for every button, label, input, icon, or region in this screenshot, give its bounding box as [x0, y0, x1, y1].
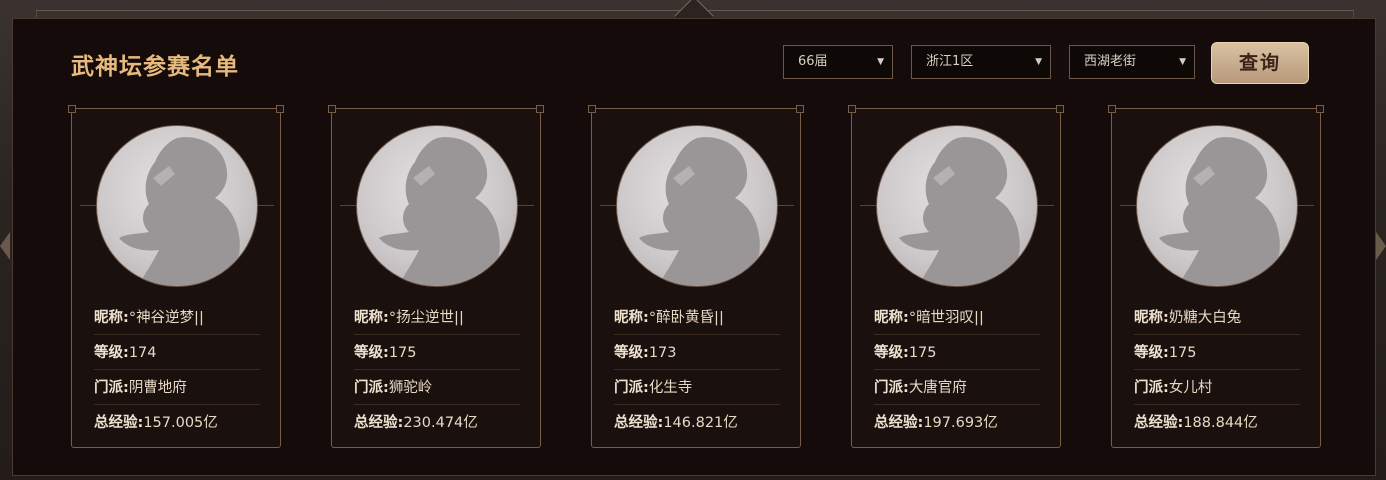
- exp-value: 197.693亿: [923, 415, 998, 431]
- triangle-down-icon: ▼: [1035, 57, 1042, 67]
- nickname-value: °暗世羽叹||: [908, 310, 984, 326]
- player-card[interactable]: 昵称:°暗世羽叹|| 等级:175 门派:大唐官府 总经验:197.693亿: [848, 105, 1064, 448]
- exp-label: 总经验:: [94, 415, 144, 431]
- server-select[interactable]: 西湖老街 ▼: [1069, 45, 1195, 79]
- silhouette-placeholder-icon: [1159, 137, 1280, 286]
- level-row: 等级:173: [614, 336, 780, 370]
- level-label: 等级:: [874, 345, 909, 361]
- nickname-label: 昵称:: [614, 310, 649, 326]
- server-select-value: 西湖老街: [1084, 54, 1137, 69]
- school-value: 大唐官府: [908, 380, 967, 396]
- exp-label: 总经验:: [614, 415, 664, 431]
- nickname-label: 昵称:: [354, 310, 389, 326]
- nickname-label: 昵称:: [874, 310, 909, 326]
- exp-row: 总经验:230.474亿: [354, 406, 520, 440]
- right-arrow-icon[interactable]: [1376, 232, 1386, 260]
- page-title: 武神坛参赛名单: [71, 54, 239, 80]
- triangle-down-icon: ▼: [877, 57, 884, 67]
- level-row: 等级:174: [94, 336, 260, 370]
- player-card[interactable]: 昵称:°扬尘逆世|| 等级:175 门派:狮驼岭 总经验:230.474亿: [328, 105, 544, 448]
- nickname-row: 昵称:奶糖大白兔: [1134, 301, 1300, 335]
- level-label: 等级:: [614, 345, 649, 361]
- level-label: 等级:: [94, 345, 129, 361]
- player-card[interactable]: 昵称:°神谷逆梦|| 等级:174 门派:阴曹地府 总经验:157.005亿: [68, 105, 284, 448]
- avatar: [876, 125, 1038, 287]
- avatar: [96, 125, 258, 287]
- level-row: 等级:175: [874, 336, 1040, 370]
- exp-label: 总经验:: [1134, 415, 1184, 431]
- level-value: 175: [908, 345, 937, 361]
- school-label: 门派:: [94, 380, 129, 396]
- nickname-row: 昵称:°醉卧黄昏||: [614, 301, 780, 335]
- school-label: 门派:: [614, 380, 649, 396]
- level-row: 等级:175: [354, 336, 520, 370]
- nickname-label: 昵称:: [94, 310, 129, 326]
- nickname-row: 昵称:°暗世羽叹||: [874, 301, 1040, 335]
- avatar: [1136, 125, 1298, 287]
- participants-panel: 武神坛参赛名单 66届 ▼ 浙江1区 ▼ 西湖老街 ▼ 查询 昵称:°神谷逆梦|…: [12, 18, 1376, 476]
- silhouette-placeholder-icon: [639, 137, 760, 286]
- school-value: 阴曹地府: [128, 380, 187, 396]
- level-label: 等级:: [1134, 345, 1169, 361]
- avatar: [356, 125, 518, 287]
- school-label: 门派:: [354, 380, 389, 396]
- silhouette-placeholder-icon: [899, 137, 1020, 286]
- exp-value: 188.844亿: [1183, 415, 1258, 431]
- session-select-value: 66届: [798, 54, 828, 69]
- school-row: 门派:狮驼岭: [354, 371, 520, 405]
- school-value: 狮驼岭: [388, 380, 433, 396]
- nickname-row: 昵称:°神谷逆梦||: [94, 301, 260, 335]
- school-value: 化生寺: [648, 380, 693, 396]
- player-card[interactable]: 昵称:奶糖大白兔 等级:175 门派:女儿村 总经验:188.844亿: [1108, 105, 1324, 448]
- exp-row: 总经验:157.005亿: [94, 406, 260, 440]
- session-select[interactable]: 66届 ▼: [783, 45, 893, 79]
- level-value: 175: [1168, 345, 1197, 361]
- school-value: 女儿村: [1168, 380, 1213, 396]
- nickname-row: 昵称:°扬尘逆世||: [354, 301, 520, 335]
- exp-row: 总经验:188.844亿: [1134, 406, 1300, 440]
- level-value: 175: [388, 345, 417, 361]
- nickname-value: 奶糖大白兔: [1168, 310, 1242, 326]
- nickname-value: °醉卧黄昏||: [648, 310, 724, 326]
- level-value: 174: [128, 345, 157, 361]
- exp-row: 总经验:146.821亿: [614, 406, 780, 440]
- exp-value: 230.474亿: [403, 415, 478, 431]
- school-row: 门派:大唐官府: [874, 371, 1040, 405]
- silhouette-placeholder-icon: [119, 137, 240, 286]
- school-row: 门派:化生寺: [614, 371, 780, 405]
- exp-label: 总经验:: [354, 415, 404, 431]
- school-row: 门派:阴曹地府: [94, 371, 260, 405]
- school-label: 门派:: [874, 380, 909, 396]
- region-select[interactable]: 浙江1区 ▼: [911, 45, 1051, 79]
- level-value: 173: [648, 345, 677, 361]
- school-row: 门派:女儿村: [1134, 371, 1300, 405]
- exp-row: 总经验:197.693亿: [874, 406, 1040, 440]
- query-button[interactable]: 查询: [1211, 42, 1309, 84]
- nickname-label: 昵称:: [1134, 310, 1169, 326]
- exp-value: 157.005亿: [143, 415, 218, 431]
- left-arrow-icon[interactable]: [0, 232, 10, 260]
- player-card[interactable]: 昵称:°醉卧黄昏|| 等级:173 门派:化生寺 总经验:146.821亿: [588, 105, 804, 448]
- level-label: 等级:: [354, 345, 389, 361]
- exp-value: 146.821亿: [663, 415, 738, 431]
- nickname-value: °神谷逆梦||: [128, 310, 204, 326]
- silhouette-placeholder-icon: [379, 137, 500, 286]
- region-select-value: 浙江1区: [926, 54, 974, 69]
- avatar: [616, 125, 778, 287]
- triangle-down-icon: ▼: [1179, 57, 1186, 67]
- nickname-value: °扬尘逆世||: [388, 310, 464, 326]
- school-label: 门派:: [1134, 380, 1169, 396]
- exp-label: 总经验:: [874, 415, 924, 431]
- level-row: 等级:175: [1134, 336, 1300, 370]
